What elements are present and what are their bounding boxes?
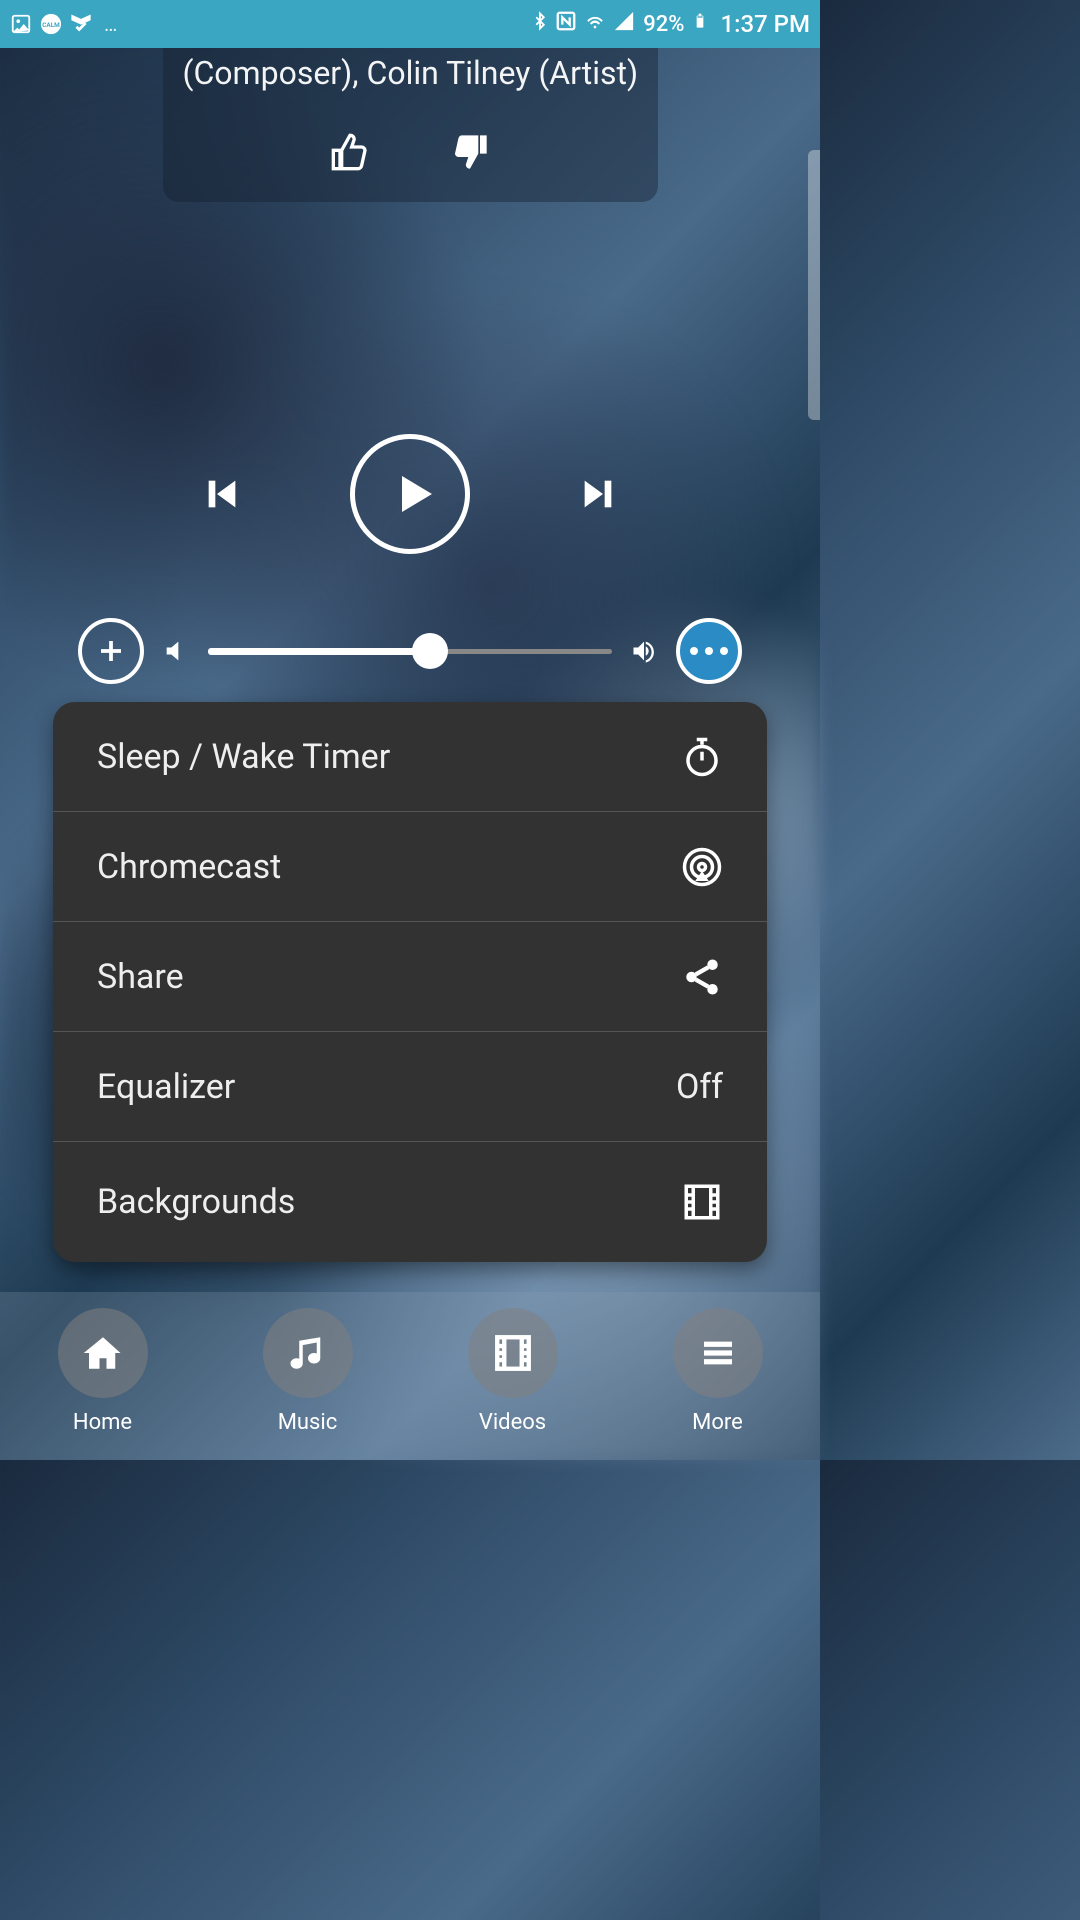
slider-thumb[interactable] xyxy=(412,633,448,669)
battery-percent: 92% xyxy=(643,12,684,37)
volume-slider[interactable] xyxy=(208,648,612,654)
wifi-icon xyxy=(583,10,607,38)
nav-home[interactable]: Home xyxy=(58,1308,148,1435)
more-options-button[interactable] xyxy=(676,618,742,684)
menu-label: Chromecast xyxy=(97,847,281,887)
home-icon xyxy=(58,1308,148,1398)
nfc-icon xyxy=(555,10,577,38)
film-icon xyxy=(468,1308,558,1398)
menu-label: Backgrounds xyxy=(97,1182,295,1222)
more-notifications-icon: … xyxy=(100,12,119,36)
player-controls xyxy=(0,434,820,554)
status-time: 1:37 PM xyxy=(720,10,810,38)
volume-high-icon xyxy=(630,637,658,665)
track-artist-line: (Composer), Colin Tilney (Artist) xyxy=(183,48,638,132)
track-info-card: (Composer), Colin Tilney (Artist) xyxy=(163,48,658,202)
nav-music[interactable]: Music xyxy=(263,1308,353,1435)
status-right: 92% 1:37 PM xyxy=(531,9,810,39)
music-icon xyxy=(263,1308,353,1398)
status-bar: CALM … 92% 1:37 PM xyxy=(0,0,820,48)
previous-track-button[interactable] xyxy=(202,474,242,514)
next-track-button[interactable] xyxy=(578,474,618,514)
nav-more[interactable]: More xyxy=(673,1308,763,1435)
menu-label: Equalizer xyxy=(97,1067,235,1107)
play-button[interactable] xyxy=(350,434,470,554)
check-app-icon xyxy=(70,13,92,35)
options-menu: Sleep / Wake Timer Chromecast Share Equa… xyxy=(53,702,767,1262)
nav-label: Videos xyxy=(479,1410,546,1435)
slider-fill xyxy=(208,648,430,655)
menu-item-equalizer[interactable]: Equalizer Off xyxy=(53,1032,767,1142)
battery-icon xyxy=(692,9,708,39)
timer-icon xyxy=(681,736,723,778)
volume-row xyxy=(0,618,820,684)
thumbs-down-icon[interactable] xyxy=(450,132,490,172)
status-left: CALM … xyxy=(10,12,119,36)
scroll-indicator[interactable] xyxy=(808,150,820,420)
calm-app-icon: CALM xyxy=(40,13,62,35)
more-dots-icon xyxy=(690,647,728,655)
menu-item-chromecast[interactable]: Chromecast xyxy=(53,812,767,922)
menu-item-backgrounds[interactable]: Backgrounds xyxy=(53,1142,767,1262)
volume-low-icon xyxy=(162,637,190,665)
nav-label: Music xyxy=(278,1410,338,1435)
add-button[interactable] xyxy=(78,618,144,684)
rating-row xyxy=(183,132,638,172)
equalizer-value: Off xyxy=(676,1067,723,1107)
share-icon xyxy=(681,956,723,998)
gallery-icon xyxy=(10,13,32,35)
menu-item-sleep-timer[interactable]: Sleep / Wake Timer xyxy=(53,702,767,812)
svg-text:CALM: CALM xyxy=(42,21,60,29)
bottom-nav: Home Music Videos More xyxy=(0,1292,820,1460)
signal-icon xyxy=(613,10,635,38)
film-icon xyxy=(681,1181,723,1223)
menu-label: Sleep / Wake Timer xyxy=(97,737,390,777)
nav-label: More xyxy=(692,1410,743,1435)
menu-icon xyxy=(673,1308,763,1398)
nav-videos[interactable]: Videos xyxy=(468,1308,558,1435)
menu-item-share[interactable]: Share xyxy=(53,922,767,1032)
cast-icon xyxy=(681,846,723,888)
bluetooth-icon xyxy=(531,9,549,39)
thumbs-up-icon[interactable] xyxy=(330,132,370,172)
nav-label: Home xyxy=(73,1410,132,1435)
menu-label: Share xyxy=(97,957,184,997)
